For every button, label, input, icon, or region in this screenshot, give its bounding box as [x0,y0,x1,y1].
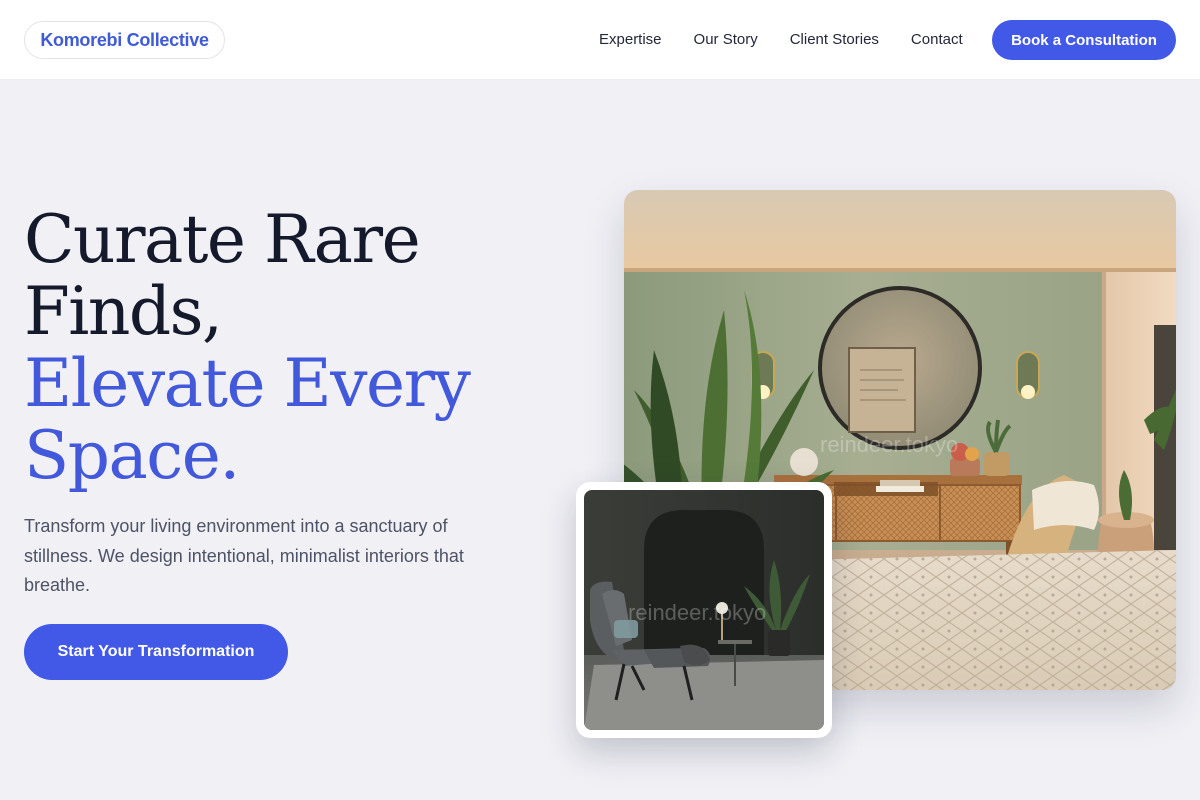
nav-link-expertise[interactable]: Expertise [599,30,662,50]
nav-link-contact[interactable]: Contact [911,30,963,50]
inset-image-watermark: reindeer.tokyo [628,600,766,625]
inset-photo-frame: reindeer.tokyo [576,482,832,738]
main-nav: Expertise Our Story Client Stories Conta… [599,30,963,50]
start-transformation-button[interactable]: Start Your Transformation [24,624,288,680]
headline-accent-line-1: Elevate Every [24,345,471,422]
hero-headline: Curate Rare Finds, Elevate Every Space. [24,204,544,492]
site-header: Komorebi Collective Expertise Our Story … [0,0,1200,80]
nav-link-client-stories[interactable]: Client Stories [790,30,879,50]
hero-subtext: Transform your living environment into a… [24,516,464,595]
brand-logo[interactable]: Komorebi Collective [24,21,225,59]
headline-line-1: Curate Rare [24,201,421,278]
book-consultation-button[interactable]: Book a Consultation [992,20,1176,60]
nav-link-our-story[interactable]: Our Story [694,30,758,50]
headline-accent-line-2: Space. [24,417,240,494]
main-image-watermark: reindeer.tokyo [820,432,958,457]
headline-line-2: Finds, [24,273,223,350]
dark-room-photo: reindeer.tokyo [584,490,824,730]
